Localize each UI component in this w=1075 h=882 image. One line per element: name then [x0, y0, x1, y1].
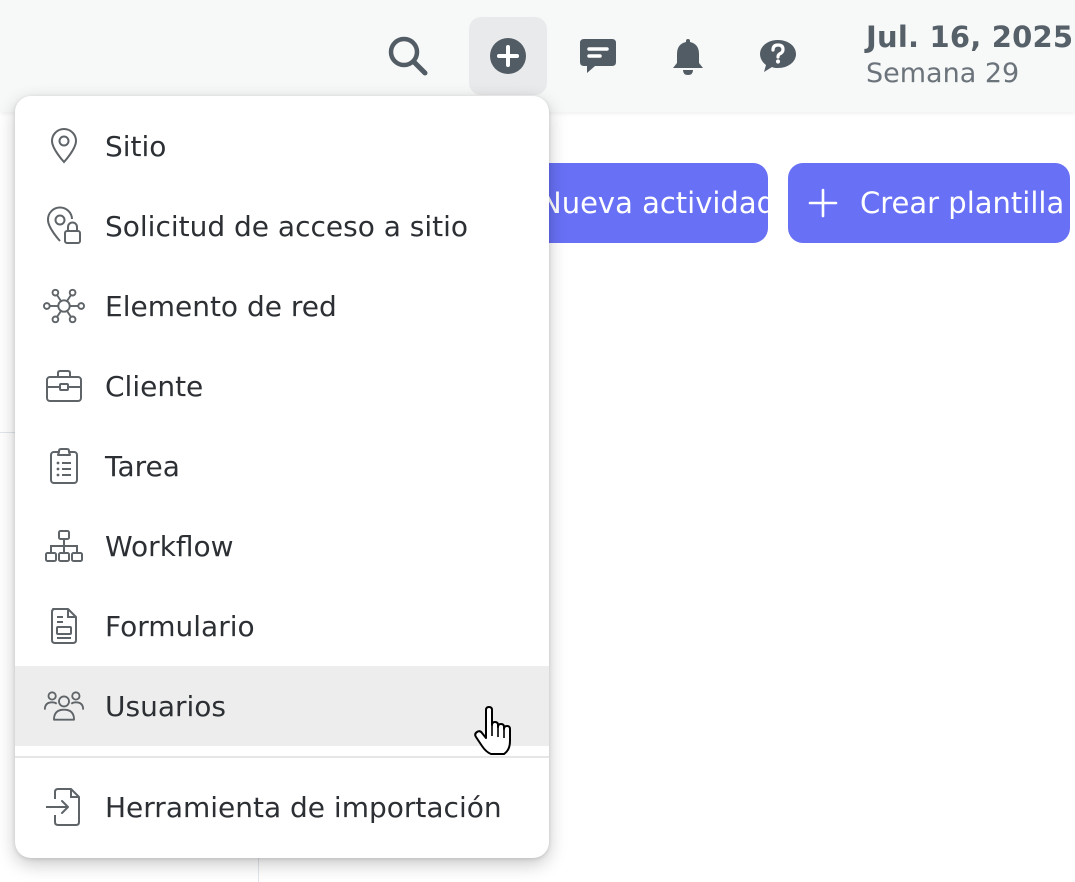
new-activity-label: Nueva actividad [540, 186, 768, 220]
menu-item-label: Usuarios [105, 689, 226, 723]
menu-item-label: Cliente [105, 369, 204, 403]
menu-item-label: Sitio [105, 129, 167, 163]
create-new-button[interactable] [469, 17, 547, 95]
menu-item-import-tool[interactable]: Herramienta de importación [15, 767, 549, 847]
plus-icon [808, 188, 838, 218]
menu-item-formulario[interactable]: Formulario [15, 586, 549, 666]
form-document-icon [43, 605, 85, 647]
create-template-button[interactable]: Crear plantilla [788, 163, 1070, 243]
menu-item-label: Formulario [105, 609, 255, 643]
background-divider [0, 432, 15, 433]
menu-item-label: Herramienta de importación [105, 790, 502, 824]
menu-item-network-element[interactable]: Elemento de red [15, 266, 549, 346]
current-date: Jul. 16, 2025 [866, 20, 1074, 54]
help-icon [760, 40, 796, 72]
menu-item-usuarios[interactable]: Usuarios [15, 666, 549, 746]
menu-item-label: Solicitud de acceso a sitio [105, 209, 469, 243]
menu-item-label: Workflow [105, 529, 234, 563]
menu-item-label: Elemento de red [105, 289, 337, 323]
file-import-icon [43, 786, 85, 828]
search-icon [388, 36, 428, 76]
search-button[interactable] [369, 17, 447, 95]
menu-item-workflow[interactable]: Workflow [15, 506, 549, 586]
date-display: Jul. 16, 2025 Semana 29 [866, 20, 1073, 89]
messages-button[interactable] [559, 17, 637, 95]
current-week: Semana 29 [866, 58, 1020, 89]
hand-cursor-icon [474, 706, 511, 755]
create-template-label: Crear plantilla [860, 186, 1065, 220]
briefcase-icon [43, 365, 85, 407]
hierarchy-icon [43, 525, 85, 567]
network-node-icon [43, 285, 85, 327]
users-icon [43, 685, 85, 727]
clipboard-list-icon [43, 445, 85, 487]
background-divider [258, 855, 259, 882]
chat-icon [580, 39, 616, 73]
menu-item-cliente[interactable]: Cliente [15, 346, 549, 426]
map-pin-icon [43, 125, 85, 167]
bell-icon [673, 39, 703, 75]
map-pin-lock-icon [43, 205, 85, 247]
menu-item-label: Tarea [105, 449, 180, 483]
menu-divider [15, 756, 549, 758]
menu-item-site-access-request[interactable]: Solicitud de acceso a sitio [15, 186, 549, 266]
add-circle-icon [490, 38, 526, 74]
help-button[interactable] [739, 17, 817, 95]
menu-item-tarea[interactable]: Tarea [15, 426, 549, 506]
create-menu-dropdown: Sitio Solicitud de acceso a sitio Elemen… [15, 96, 549, 858]
notifications-button[interactable] [649, 17, 727, 95]
menu-item-sitio[interactable]: Sitio [15, 106, 549, 186]
